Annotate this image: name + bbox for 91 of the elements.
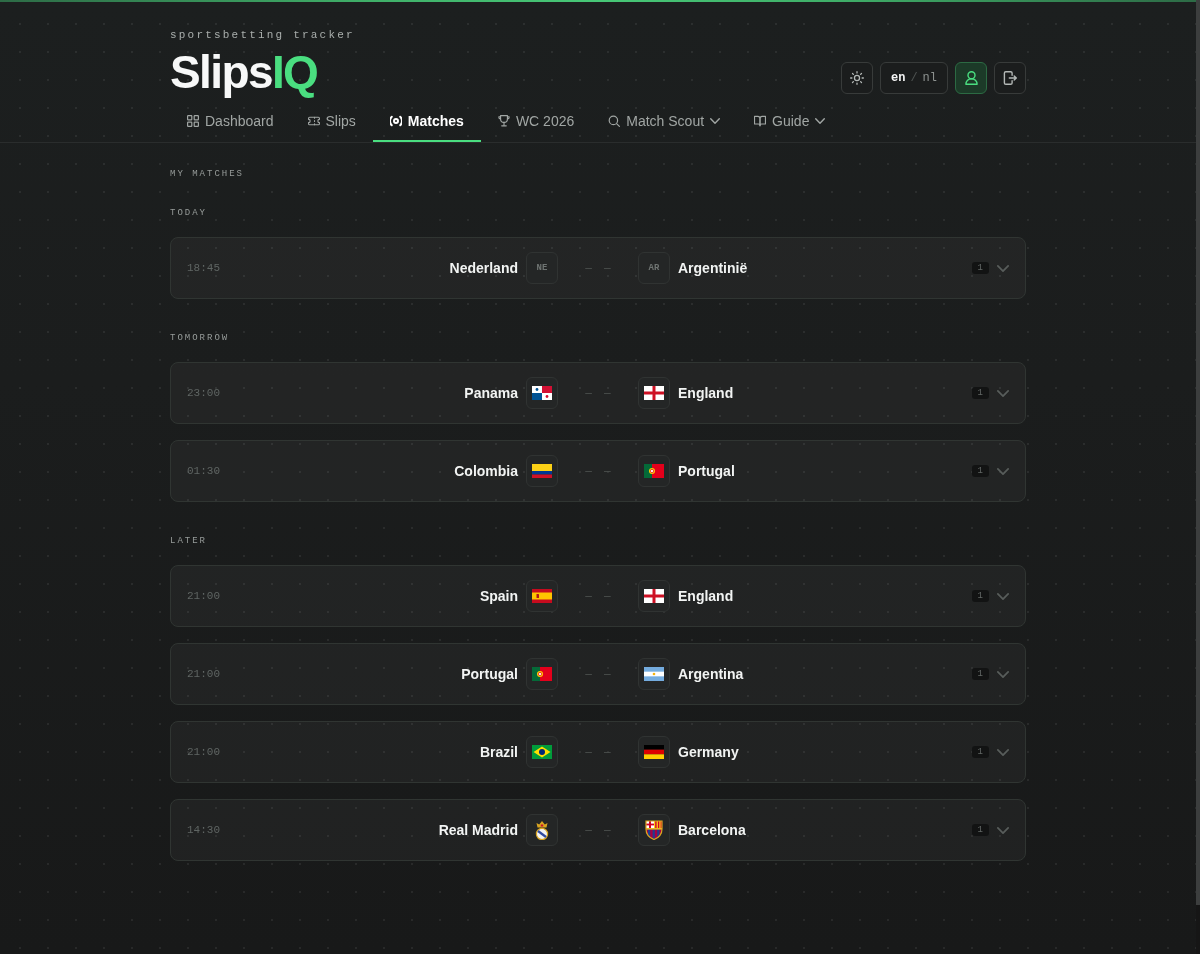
- flag-icon: [526, 455, 558, 487]
- nav-tab[interactable]: Slips: [290, 100, 373, 142]
- logout-button[interactable]: [994, 62, 1026, 94]
- tagline: sportsbetting tracker: [170, 28, 355, 42]
- user-icon: [964, 71, 978, 85]
- language-option[interactable]: en: [891, 71, 906, 85]
- logout-icon: [1003, 71, 1017, 85]
- bet-count: 1: [971, 824, 989, 836]
- score-placeholder: –: [604, 667, 611, 681]
- score-placeholder: –: [585, 823, 592, 837]
- flag-icon: [638, 658, 670, 690]
- page-title: MY MATCHES: [170, 169, 245, 180]
- kickoff-time: 23:00: [187, 387, 220, 399]
- trophy-icon: [497, 115, 510, 127]
- score-placeholder: –: [585, 745, 592, 759]
- score-placeholder: –: [604, 745, 611, 759]
- team-name: Nederland: [449, 260, 518, 276]
- flag-icon: [526, 377, 558, 409]
- section-title: TODAY: [170, 208, 208, 219]
- score-placeholder: –: [585, 667, 592, 681]
- score-placeholder: –: [604, 464, 611, 478]
- kickoff-time: 18:45: [187, 262, 220, 274]
- crowned-crest-icon: [526, 814, 558, 846]
- match-card[interactable]: 18:45 Nederland NE – – AR Argentinië 1: [170, 237, 1026, 299]
- kickoff-time: 01:30: [187, 465, 220, 477]
- scrollbar-thumb[interactable]: [1196, 0, 1200, 905]
- kickoff-time: 21:00: [187, 668, 220, 680]
- bet-count: 1: [971, 746, 989, 758]
- nav-tab[interactable]: Matches: [372, 100, 481, 142]
- kickoff-time: 21:00: [187, 590, 220, 602]
- team-name: Argentina: [678, 666, 744, 682]
- team-name: Panama: [464, 385, 518, 401]
- flag-icon: [638, 736, 670, 768]
- nav-tab[interactable]: WC 2026: [480, 100, 592, 142]
- flag-icon: [638, 377, 670, 409]
- separator-text: /: [910, 71, 918, 85]
- team-name: Real Madrid: [438, 822, 518, 838]
- nav-tab[interactable]: Guide: [737, 100, 843, 142]
- flag-icon: [638, 455, 670, 487]
- score-placeholder: –: [585, 464, 592, 478]
- nav-tab[interactable]: Dashboard: [170, 100, 291, 142]
- bet-count: 1: [971, 262, 989, 274]
- kickoff-time: 14:30: [187, 824, 220, 836]
- flag-icon: [526, 580, 558, 612]
- sun-icon: [850, 71, 864, 85]
- match-card[interactable]: 21:00 Spain – – England 1: [170, 565, 1026, 627]
- nav-tab[interactable]: Match Scout: [591, 100, 738, 142]
- shield-crest-icon: [638, 814, 670, 846]
- team-code: NE: [526, 252, 558, 284]
- match-card[interactable]: 23:00 Panama – – England 1: [170, 362, 1026, 424]
- profile-button[interactable]: [955, 62, 987, 94]
- section-title: LATER: [170, 536, 208, 547]
- team-name: England: [678, 588, 734, 604]
- broadcast-icon: [389, 115, 402, 127]
- search-icon: [608, 115, 621, 127]
- team-name: England: [678, 385, 734, 401]
- kickoff-time: 21:00: [187, 746, 220, 758]
- team-name: Germany: [678, 744, 739, 760]
- match-card[interactable]: 01:30 Colombia – – Portugal 1: [170, 440, 1026, 502]
- score-placeholder: –: [604, 589, 611, 603]
- bet-count: 1: [971, 590, 989, 602]
- bet-count: 1: [971, 668, 989, 680]
- team-code: AR: [638, 252, 670, 284]
- theme-toggle-button[interactable]: [841, 62, 873, 94]
- score-placeholder: –: [604, 823, 611, 837]
- team-name: Barcelona: [678, 822, 746, 838]
- team-name: Spain: [479, 588, 518, 604]
- match-card[interactable]: 21:00 Brazil – – Germany 1: [170, 721, 1026, 783]
- flag-icon: [638, 580, 670, 612]
- score-placeholder: –: [585, 386, 592, 400]
- score-placeholder: –: [585, 261, 592, 275]
- ticket-icon: [307, 115, 320, 127]
- match-card[interactable]: 21:00 Portugal – – Argentina 1: [170, 643, 1026, 705]
- score-placeholder: –: [604, 386, 611, 400]
- team-name: Brazil: [479, 744, 518, 760]
- logo-wordmark: SlipsIQ: [170, 46, 319, 98]
- grid-icon: [187, 115, 199, 127]
- language-option[interactable]: nl: [922, 71, 937, 85]
- section-title: TOMORROW: [170, 333, 231, 344]
- score-placeholder: –: [604, 261, 611, 275]
- bet-count: 1: [971, 387, 989, 399]
- open-book-icon: [754, 115, 767, 127]
- bet-count: 1: [971, 465, 989, 477]
- team-name: Portugal: [678, 463, 735, 479]
- team-name: Argentinië: [678, 260, 748, 276]
- match-card[interactable]: 14:30 Real Madrid – – Barcelona 1: [170, 799, 1026, 861]
- score-placeholder: –: [585, 589, 592, 603]
- team-name: Portugal: [461, 666, 518, 682]
- team-name: Colombia: [454, 463, 518, 479]
- flag-icon: [526, 658, 558, 690]
- flag-icon: [526, 736, 558, 768]
